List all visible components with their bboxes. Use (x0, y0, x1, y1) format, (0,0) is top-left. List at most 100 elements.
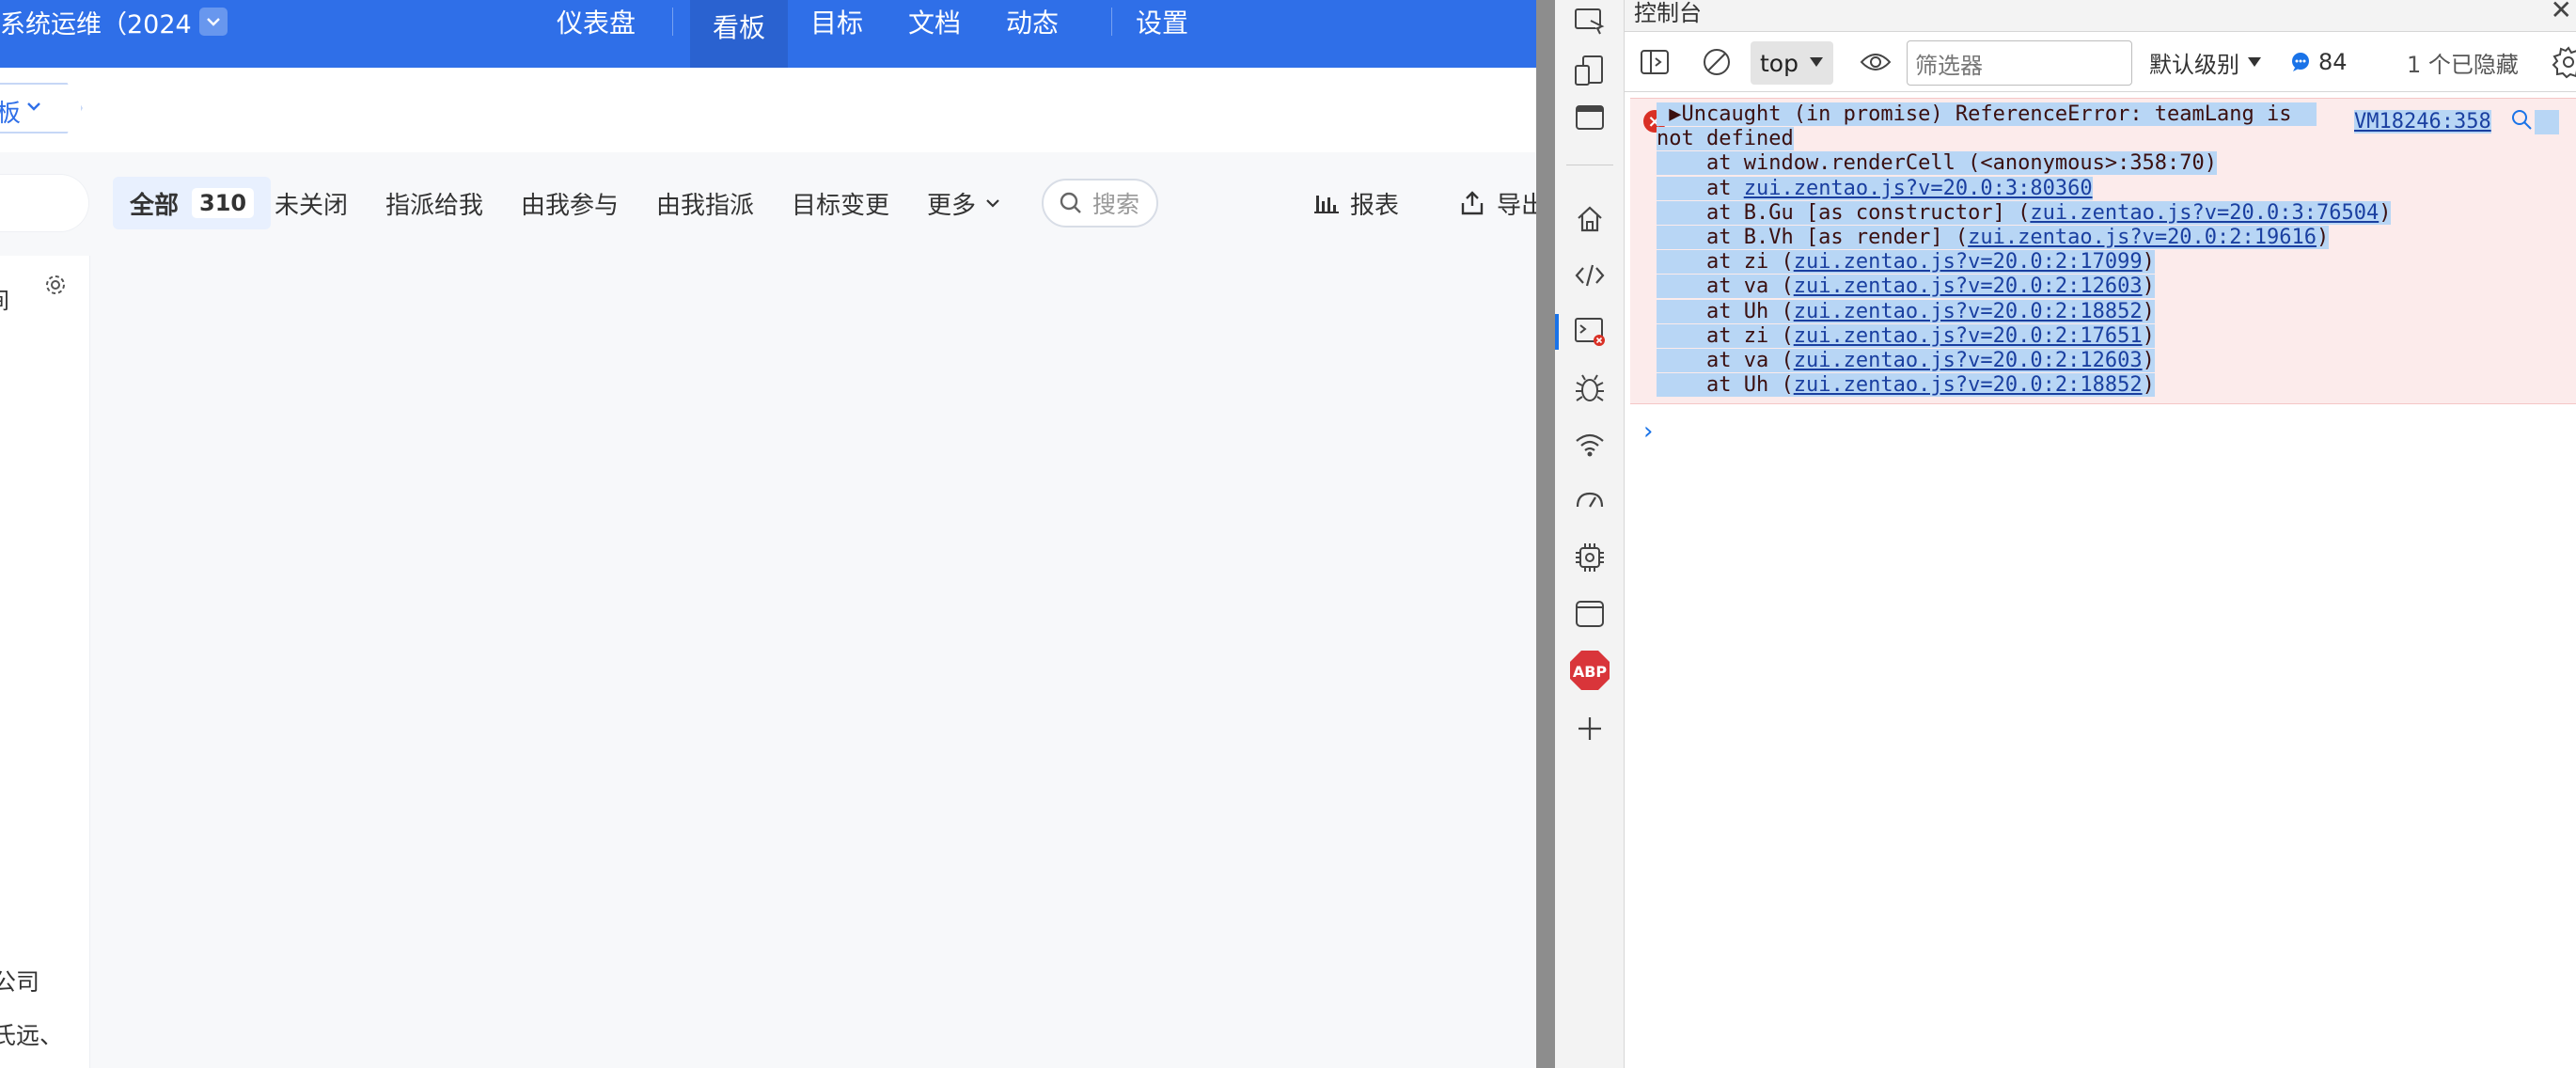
stack-link[interactable]: zui.zentao.js?v=20.0:2:12603 (1794, 275, 2143, 298)
stack-link[interactable]: zui.zentao.js?v=20.0:2:12603 (1794, 349, 2143, 372)
error-line-text: at va (zui.zentao.js?v=20.0:2:12603) (1657, 275, 2155, 299)
export-label: 导出 (1497, 191, 1536, 220)
memory-icon[interactable] (1566, 534, 1613, 581)
screen: 系统运维（2024 仪表盘 看板 目标 文档 动态 设置 板 全部 310 未关… (0, 0, 2576, 1068)
tab-assigned-by-me[interactable]: 由我指派 (656, 177, 754, 229)
error-line: at Uh (zui.zentao.js?v=20.0:2:18852) (1657, 299, 2391, 324)
nav-dashboard[interactable]: 仪表盘 (557, 0, 636, 43)
side-panel: 间 公司 氏远、 (0, 256, 90, 1068)
stack-link[interactable]: zui.zentao.js?v=20.0:3:80360 (1744, 177, 2093, 200)
sidebar-toggle-icon[interactable] (1640, 32, 1670, 92)
tab-all[interactable]: 全部 310 (113, 177, 272, 229)
error-line-text: not defined (1657, 127, 1794, 151)
tab-all-label: 全部 (130, 191, 180, 220)
nav-activity[interactable]: 动态 (1006, 0, 1059, 43)
tab-goal-change[interactable]: 目标变更 (792, 177, 889, 229)
error-line-text: at B.Vh [as render] (zui.zentao.js?v=20.… (1657, 226, 2330, 250)
application-icon[interactable] (1566, 590, 1613, 637)
window-icon[interactable] (1566, 94, 1613, 141)
error-line-text: ▶Uncaught (in promise) ReferenceError: t… (1657, 102, 2317, 126)
log-level-value: 默认级别 (2149, 51, 2239, 78)
export-button[interactable]: 导出 (1459, 177, 1536, 229)
error-line: ▶Uncaught (in promise) ReferenceError: t… (1657, 102, 2391, 127)
error-line: at zui.zentao.js?v=20.0:3:80360 (1657, 176, 2391, 201)
stack-link[interactable]: zui.zentao.js?v=20.0:2:18852 (1794, 300, 2143, 323)
svg-text:ABP: ABP (1573, 663, 1608, 681)
error-line-text: at Uh (zui.zentao.js?v=20.0:2:18852) (1657, 299, 2155, 323)
log-level-select[interactable]: 默认级别 (2149, 32, 2262, 92)
message-count-badge[interactable]: 84 (2290, 32, 2348, 92)
filter-placeholder: 筛选器 (1915, 52, 1983, 79)
tab-involved[interactable]: 由我参与 (521, 177, 619, 229)
stack-link[interactable]: zui.zentao.js?v=20.0:2:19616 (1968, 226, 2317, 249)
stack-link[interactable]: zui.zentao.js?v=20.0:3:76504 (2030, 201, 2379, 225)
nav-settings[interactable]: 设置 (1136, 0, 1188, 43)
context-selector[interactable]: top (1751, 41, 1833, 85)
error-text: ▶Uncaught (in promise) ReferenceError: t… (1657, 102, 2392, 398)
caret-down-icon (1810, 57, 1823, 67)
stack-link[interactable]: zui.zentao.js?v=20.0:2:17099 (1794, 250, 2143, 274)
selection-highlight (2535, 110, 2559, 134)
error-line: at va (zui.zentao.js?v=20.0:2:12603) (1657, 349, 2391, 373)
console-prompt-chevron-icon[interactable]: › (1643, 417, 1653, 446)
search-icon[interactable] (2510, 108, 2535, 133)
sub-header (0, 68, 1536, 152)
performance-icon[interactable] (1566, 478, 1613, 525)
console-icon[interactable] (1555, 308, 1613, 355)
tab-more-label: 更多 (927, 191, 977, 220)
devtools-splitter[interactable] (1536, 0, 1555, 1068)
search-placeholder: 搜索 (1092, 191, 1140, 218)
error-line: at B.Gu [as constructor] (zui.zentao.js?… (1657, 200, 2392, 226)
chevron-down-icon (986, 199, 999, 208)
gear-icon[interactable] (43, 273, 68, 297)
error-line: at Uh (zui.zentao.js?v=20.0:2:18852) (1657, 373, 2391, 398)
nav-divider (1111, 8, 1112, 36)
report-button[interactable]: 报表 (1314, 177, 1399, 229)
nav-divider (672, 8, 673, 36)
add-icon[interactable] (1566, 705, 1613, 752)
breadcrumb[interactable]: 板 (0, 83, 83, 134)
error-line: not defined (1657, 127, 2391, 151)
tab-assigned-to-me[interactable]: 指派给我 (385, 177, 483, 229)
nav-goals[interactable]: 目标 (810, 0, 863, 43)
chevron-down-icon (27, 102, 40, 111)
chevron-down-icon[interactable] (198, 8, 228, 36)
error-line: at zi (zui.zentao.js?v=20.0:2:17099) (1657, 250, 2391, 275)
error-line-text: at zi (zui.zentao.js?v=20.0:2:17099) (1657, 250, 2155, 275)
error-source-link[interactable]: VM18246:358 (2354, 110, 2491, 134)
bug-icon[interactable] (1566, 365, 1613, 412)
console-toolbar: top 筛选器 默认级别 84 1 个已隐藏 (1625, 32, 2576, 92)
eye-icon[interactable] (1860, 32, 1892, 92)
project-switcher[interactable]: 系统运维（2024 (0, 0, 228, 43)
message-icon (2292, 53, 2309, 71)
error-line-text: at Uh (zui.zentao.js?v=20.0:2:18852) (1657, 373, 2155, 398)
tab-unclosed[interactable]: 未关闭 (275, 177, 348, 229)
message-count: 84 (2318, 49, 2348, 75)
tab-more[interactable]: 更多 (927, 177, 1000, 229)
top-nav-bar: 系统运维（2024 仪表盘 看板 目标 文档 动态 设置 (0, 0, 1536, 68)
home-icon[interactable] (1566, 196, 1613, 243)
console-settings-icon[interactable] (2552, 32, 2576, 92)
error-line: at window.renderCell (<anonymous>:358:70… (1657, 151, 2391, 176)
caret-down-icon (2248, 57, 2261, 67)
inspect-icon[interactable] (1566, 0, 1613, 45)
code-icon[interactable] (1566, 252, 1613, 299)
search-input[interactable]: 搜索 (1042, 179, 1158, 228)
error-line-text: at zui.zentao.js?v=20.0:3:80360 (1657, 176, 2093, 200)
network-icon[interactable] (1566, 421, 1613, 468)
filter-input[interactable]: 筛选器 (1907, 40, 2132, 86)
adblock-icon[interactable]: ABP (1566, 647, 1613, 694)
stack-link[interactable]: zui.zentao.js?v=20.0:2:18852 (1794, 373, 2143, 397)
console-error-message[interactable]: × ▶Uncaught (in promise) ReferenceError:… (1630, 98, 2576, 404)
left-pill[interactable] (0, 175, 88, 231)
device-icon[interactable] (1566, 47, 1613, 94)
side-text: 公司 (0, 968, 40, 996)
tab-all-count: 310 (192, 188, 255, 218)
nav-docs[interactable]: 文档 (908, 0, 961, 43)
nav-kanban[interactable]: 看板 (690, 0, 788, 68)
hidden-count: 1 个已隐藏 (2407, 51, 2519, 78)
close-icon[interactable]: ✕ (2551, 0, 2572, 25)
side-text: 氏远、 (0, 1022, 64, 1049)
stack-link[interactable]: zui.zentao.js?v=20.0:2:17651 (1794, 324, 2143, 348)
clear-console-icon[interactable] (1702, 32, 1732, 92)
